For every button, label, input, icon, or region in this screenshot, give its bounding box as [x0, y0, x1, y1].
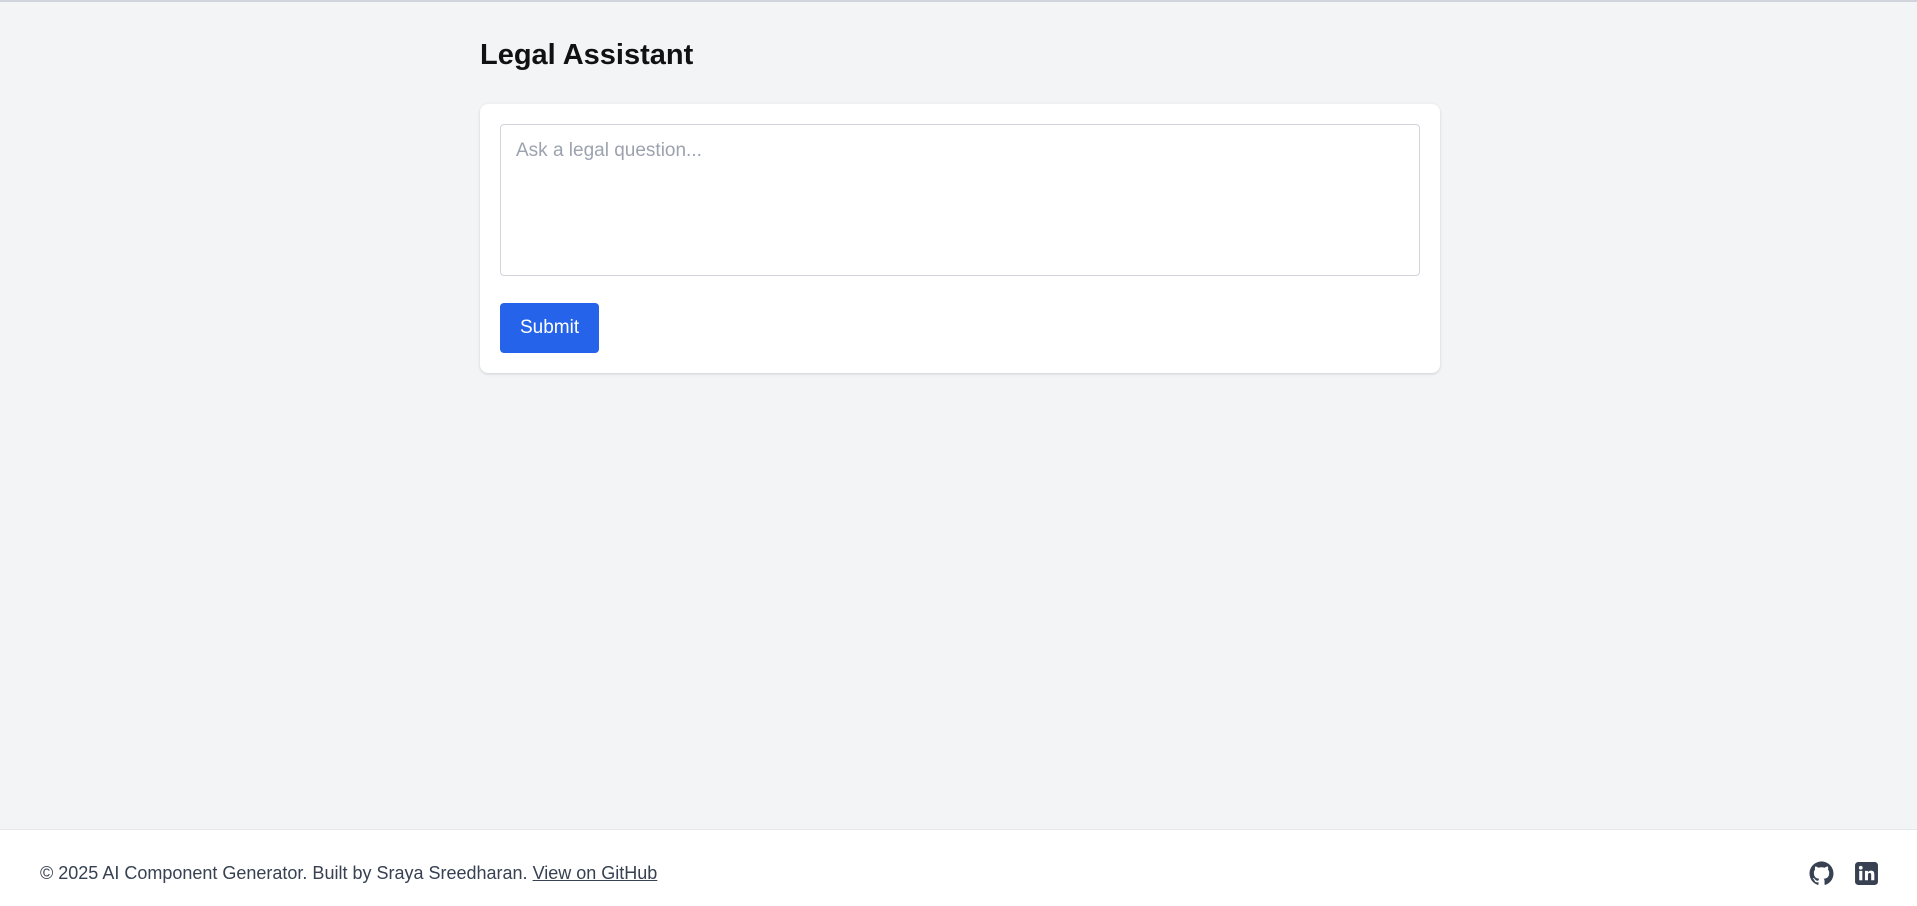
main-content: Legal Assistant Submit: [480, 38, 1440, 373]
github-icon-svg: [1809, 861, 1834, 885]
question-input[interactable]: [500, 124, 1420, 276]
github-link[interactable]: View on GitHub: [533, 863, 658, 883]
social-icons: [1809, 861, 1879, 886]
copyright-text: © 2025 AI Component Generator. Built by …: [40, 863, 528, 883]
top-divider: [0, 0, 1917, 2]
footer: © 2025 AI Component Generator. Built by …: [0, 829, 1917, 906]
page-title: Legal Assistant: [480, 39, 694, 71]
question-card: Submit: [480, 104, 1440, 373]
linkedin-icon-svg: [1855, 862, 1878, 885]
linkedin-icon[interactable]: [1854, 861, 1879, 886]
submit-button[interactable]: Submit: [500, 303, 600, 353]
footer-text: © 2025 AI Component Generator. Built by …: [40, 863, 657, 884]
github-icon[interactable]: [1809, 861, 1834, 886]
